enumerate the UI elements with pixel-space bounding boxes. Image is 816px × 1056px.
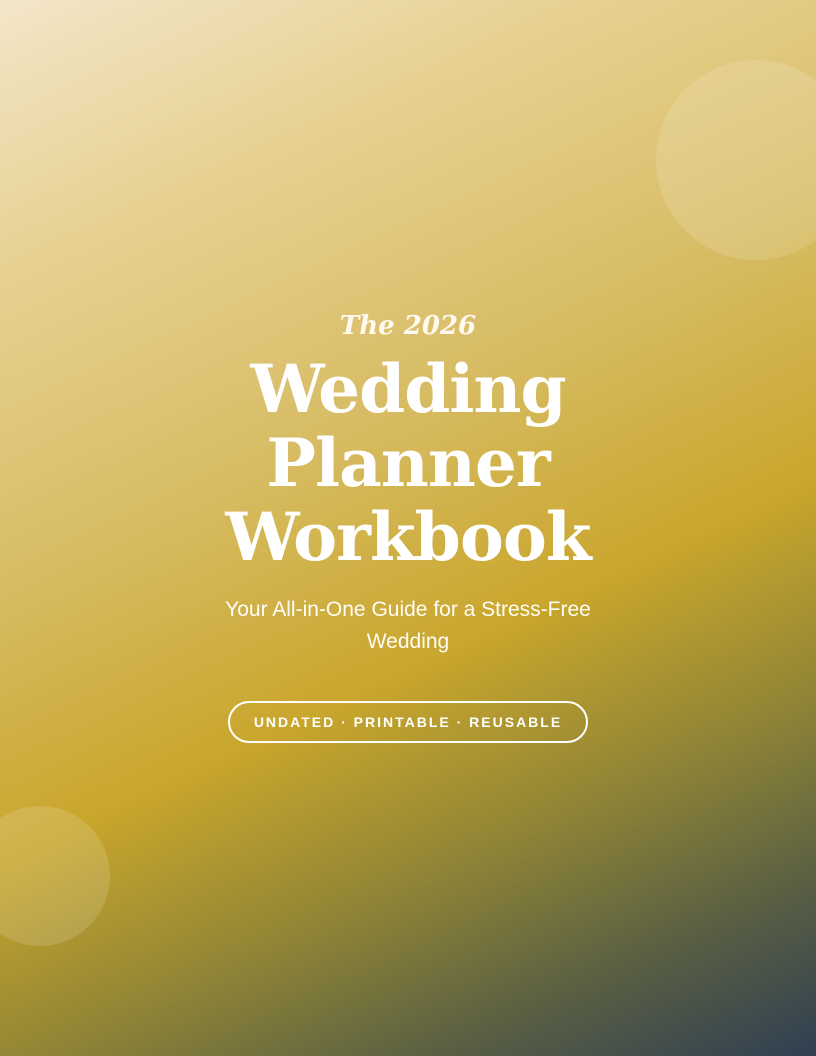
features-badge: UNDATED · PRINTABLE · REUSABLE — [228, 701, 588, 743]
workbook-cover: The 2026 Wedding Planner Workbook Your A… — [0, 0, 816, 1056]
cover-content: The 2026 Wedding Planner Workbook Your A… — [0, 306, 816, 743]
decorative-circle-bottom — [0, 806, 110, 946]
cover-subtitle: Your All-in-One Guide for a Stress-Free … — [225, 598, 591, 653]
title-line-planner: Planner — [266, 424, 550, 502]
title-line-workbook: Workbook — [225, 498, 591, 576]
pre-title: The 2026 — [339, 311, 477, 341]
decorative-circle-top — [656, 60, 816, 260]
cover-title: Wedding Planner Workbook — [0, 352, 816, 574]
title-line-wedding: Wedding — [250, 350, 566, 428]
